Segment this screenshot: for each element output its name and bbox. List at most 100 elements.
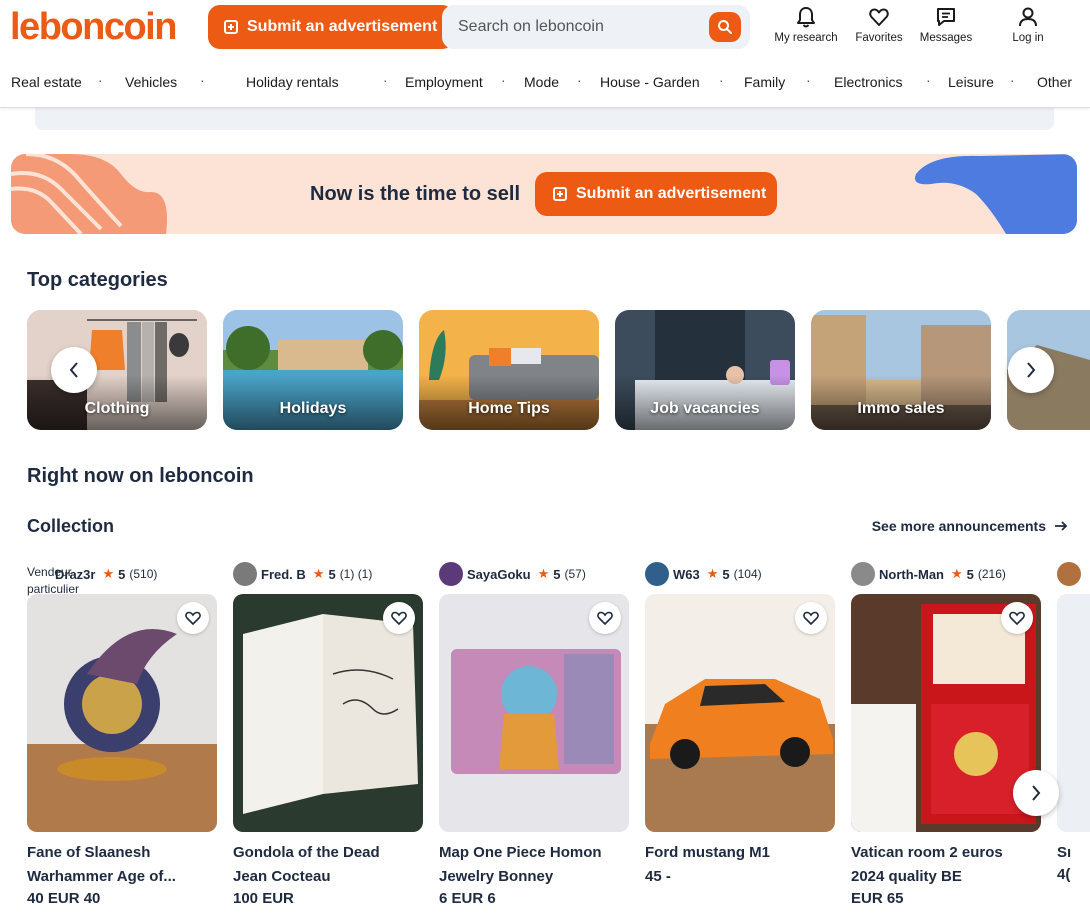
nav-house-garden[interactable]: House - Garden [600,74,700,90]
seller-name: Draz3r [55,566,96,582]
nav-family[interactable]: Family [744,74,785,90]
nav-separator: · [98,72,103,88]
listing-title[interactable]: Fane of Slaanesh Warhammer Age of... [27,841,217,889]
right-now-title: Right now on leboncoin [27,465,254,487]
listing-price: EUR 65 [851,890,904,907]
nav-vehicles[interactable]: Vehicles [125,74,177,90]
nav-separator: · [719,72,724,88]
nav-mode[interactable]: Mode [524,74,559,90]
partial-listing-image[interactable] [1057,594,1090,832]
favorite-button[interactable] [1001,602,1033,634]
listing-title-line: Jean Cocteau [233,868,331,885]
chevron-right-icon [1032,785,1041,801]
submit-advertisement-button[interactable]: Submit an advertisement [208,5,454,49]
category-label: Job vacancies [650,400,760,417]
heart-icon [597,611,613,625]
seller-rating: 5 [722,566,730,582]
heart-icon [1009,611,1025,625]
sell-banner: Now is the time to sell Submit an advert… [11,154,1077,234]
header-under-strip [35,108,1054,130]
nav-other[interactable]: Other [1037,74,1072,90]
sell-banner-text: Now is the time to sell [310,183,521,205]
heart-icon [869,8,889,26]
category-label: Clothing [84,400,150,417]
avatar [645,562,669,586]
favorites-button[interactable]: Favorites [851,5,907,44]
nav-separator: · [501,72,506,88]
listing-title-line: 45 - [645,868,671,885]
chevron-right-icon [1027,362,1036,378]
listing-title-line: Gondola of the Dead [233,844,380,861]
listings-next-button[interactable] [1013,770,1059,816]
see-more-label: See more announcements [871,518,1046,534]
nav-holiday-rentals[interactable]: Holiday rentals [246,74,339,90]
bell-icon [797,7,815,28]
seller-name: North-Man [879,566,944,582]
listing-image[interactable] [233,594,423,832]
listing-title[interactable]: Ford mustang M1 45 - [645,841,835,889]
favorite-button[interactable] [795,602,827,634]
favorite-button[interactable] [589,602,621,634]
seller-review-count: (510) [129,567,158,581]
heart-icon [803,611,819,625]
partial-listing-title[interactable]: Sı [1057,841,1090,865]
log-in-label: Log in [1012,32,1044,44]
listing-title-line: Vatican room 2 euros [851,844,1003,861]
nav-separator: · [926,72,931,88]
chevron-left-icon [69,362,78,378]
seller-review-count: (216) [977,567,1006,581]
nav-electronics[interactable]: Electronics [834,74,902,90]
nav-leisure[interactable]: Leisure [948,74,994,90]
listing-title[interactable]: Map One Piece Homon Jewelry Bonney [439,841,629,889]
messages-button[interactable]: Messages [915,5,977,44]
banner-submit-advertisement-button[interactable]: Submit an advertisement [535,172,777,216]
seller-info[interactable]: SayaGoku ★ 5 (57) [439,562,586,586]
avatar [1057,562,1081,586]
favorite-button[interactable] [177,602,209,634]
seller-rating: 5 [118,566,126,582]
star-icon: ★ [706,566,719,581]
seller-info[interactable]: North-Man ★ 5 (216) [851,562,1006,586]
category-card-holidays[interactable]: Holidays [223,310,403,430]
category-card-job-vacancies[interactable]: Job vacancies [615,310,795,430]
categories-next-button[interactable] [1008,347,1054,393]
listing-image[interactable] [27,594,217,832]
listing-price: 6 EUR 6 [439,890,496,907]
nav-separator: · [577,72,582,88]
search-icon [718,20,732,34]
seller-info[interactable]: Draz3r ★ 5 (510) [55,562,157,586]
search-button[interactable] [709,12,741,42]
nav-employment[interactable]: Employment [405,74,483,90]
category-card-home-tips[interactable]: Home Tips [419,310,599,430]
categories-prev-button[interactable] [51,347,97,393]
listing-title[interactable]: Vatican room 2 euros 2024 quality BE [851,841,1041,889]
listing-title-line: Map One Piece Homon [439,844,602,861]
listing-image[interactable] [439,594,629,832]
listing-title[interactable]: Gondola of the Dead Jean Cocteau [233,841,423,889]
nav-separator: · [806,72,811,88]
avatar [851,562,875,586]
plus-square-icon [224,20,238,34]
seller-info[interactable]: Fred. B ★ 5 (1) (1) [233,562,372,586]
my-research-button[interactable]: My research [772,5,840,44]
partial-listing-price: 4( [1057,866,1071,883]
listing-title-line: Fane of Slaanesh [27,844,151,861]
search-bar[interactable]: Search on leboncoin [442,5,750,49]
avatar [439,562,463,586]
category-label: Holidays [279,400,347,417]
heart-icon [185,611,201,625]
category-nav: Real estate · Vehicles · Holiday rentals… [0,70,1090,94]
top-header: leboncoin Submit an advertisement Search… [0,0,1090,108]
nav-real-estate[interactable]: Real estate [11,74,82,90]
see-more-announcements-link[interactable]: See more announcements [872,518,1068,534]
nav-separator: · [383,72,388,88]
banner-wave-decoration [11,154,167,234]
category-card-immo-sales[interactable]: Immo sales [811,310,991,430]
log-in-button[interactable]: Log in [1004,5,1052,44]
favorite-button[interactable] [383,602,415,634]
nav-separator: · [200,72,205,88]
listing-image[interactable] [645,594,835,832]
seller-info[interactable]: W63 ★ 5 (104) [645,562,762,586]
collection-title: Collection [27,516,115,536]
leboncoin-logo[interactable]: leboncoin [10,6,177,49]
